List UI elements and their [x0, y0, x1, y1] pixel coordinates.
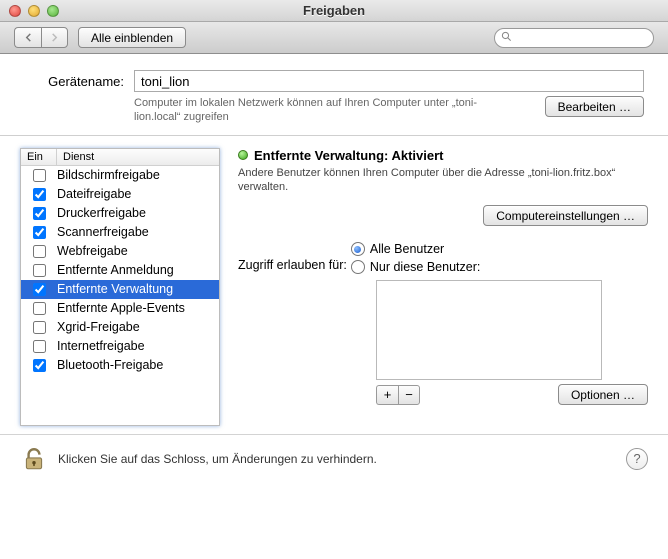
status-title: Entfernte Verwaltung: Aktiviert	[254, 148, 444, 163]
service-checkbox[interactable]	[33, 264, 46, 277]
service-row[interactable]: Internetfreigabe	[21, 337, 219, 356]
main-area: Ein Dienst Bildschirmfreigabe Dateifreiga…	[0, 136, 668, 434]
radio-all-users[interactable]: Alle Benutzer	[351, 242, 480, 256]
options-button[interactable]: Optionen …	[558, 384, 648, 405]
service-row[interactable]: Entfernte Apple-Events	[21, 299, 219, 318]
col-service: Dienst	[57, 149, 100, 165]
service-row[interactable]: Bildschirmfreigabe	[21, 166, 219, 185]
users-listbox[interactable]	[376, 280, 602, 380]
service-row[interactable]: Bluetooth-Freigabe	[21, 356, 219, 375]
window-title: Freigaben	[0, 3, 668, 18]
service-checkbox[interactable]	[33, 359, 46, 372]
service-label: Entfernte Verwaltung	[57, 282, 173, 296]
search-field[interactable]	[494, 28, 654, 48]
lock-hint-text: Klicken Sie auf das Schloss, um Änderung…	[58, 452, 616, 466]
help-button[interactable]: ?	[626, 448, 648, 470]
back-button[interactable]	[14, 27, 41, 48]
service-label: Dateifreigabe	[57, 187, 131, 201]
service-checkbox[interactable]	[33, 188, 46, 201]
service-label: Internetfreigabe	[57, 339, 145, 353]
services-list-body: Bildschirmfreigabe Dateifreigabe Druckerfr…	[21, 166, 219, 425]
service-row[interactable]: Scannerfreigabe	[21, 223, 219, 242]
device-name-section: Gerätename: Computer im lokalen Netzwerk…	[0, 54, 668, 136]
edit-hostname-button[interactable]: Bearbeiten …	[545, 96, 644, 117]
service-label: Entfernte Anmeldung	[57, 263, 174, 277]
computer-settings-button[interactable]: Computereinstellungen …	[483, 205, 648, 226]
service-label: Webfreigabe	[57, 244, 128, 258]
nav-buttons	[14, 27, 68, 48]
service-label: Bluetooth-Freigabe	[57, 358, 163, 372]
services-list: Ein Dienst Bildschirmfreigabe Dateifreiga…	[20, 148, 220, 426]
footer: Klicken Sie auf das Schloss, um Änderung…	[0, 434, 668, 483]
add-user-button[interactable]: +	[376, 385, 398, 405]
service-checkbox[interactable]	[33, 302, 46, 315]
service-label: Entfernte Apple-Events	[57, 301, 185, 315]
radio-only-these-users[interactable]: Nur diese Benutzer:	[351, 260, 480, 274]
device-name-input[interactable]	[134, 70, 644, 92]
service-checkbox[interactable]	[33, 207, 46, 220]
service-checkbox[interactable]	[33, 169, 46, 182]
lock-icon[interactable]	[20, 445, 48, 473]
service-row[interactable]: Dateifreigabe	[21, 185, 219, 204]
service-row[interactable]: Webfreigabe	[21, 242, 219, 261]
service-checkbox[interactable]	[33, 245, 46, 258]
status-description: Andere Benutzer können Ihren Computer üb…	[238, 166, 648, 196]
service-row[interactable]: Entfernte Verwaltung	[21, 280, 219, 299]
radio-button-icon	[351, 242, 365, 256]
radio-these-label: Nur diese Benutzer:	[370, 260, 480, 274]
service-label: Scannerfreigabe	[57, 225, 149, 239]
device-name-label: Gerätename:	[24, 74, 124, 89]
radio-button-icon	[351, 260, 365, 274]
access-label: Zugriff erlauben für:	[238, 258, 347, 272]
show-all-button[interactable]: Alle einblenden	[78, 27, 186, 48]
toolbar: Alle einblenden	[0, 22, 668, 54]
service-label: Bildschirmfreigabe	[57, 168, 160, 182]
service-row[interactable]: Xgrid-Freigabe	[21, 318, 219, 337]
service-row[interactable]: Druckerfreigabe	[21, 204, 219, 223]
service-checkbox[interactable]	[33, 226, 46, 239]
service-checkbox[interactable]	[33, 321, 46, 334]
col-on: Ein	[21, 149, 57, 165]
service-row[interactable]: Entfernte Anmeldung	[21, 261, 219, 280]
forward-button[interactable]	[41, 27, 68, 48]
device-name-hint: Computer im lokalen Netzwerk können auf …	[134, 96, 494, 125]
remove-user-button[interactable]: −	[398, 385, 420, 405]
service-label: Xgrid-Freigabe	[57, 320, 140, 334]
service-detail: Entfernte Verwaltung: Aktiviert Andere B…	[238, 148, 648, 426]
status-indicator-icon	[238, 150, 248, 160]
search-icon	[501, 31, 512, 45]
service-label: Druckerfreigabe	[57, 206, 146, 220]
service-checkbox[interactable]	[33, 283, 46, 296]
radio-all-label: Alle Benutzer	[370, 242, 444, 256]
services-list-header: Ein Dienst	[21, 149, 219, 166]
service-checkbox[interactable]	[33, 340, 46, 353]
title-bar: Freigaben	[0, 0, 668, 22]
